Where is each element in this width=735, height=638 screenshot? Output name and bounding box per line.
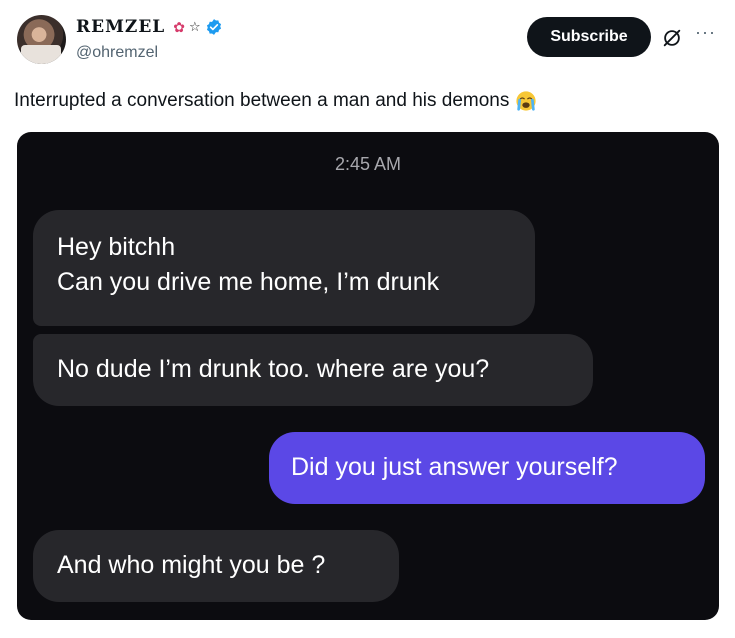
chat-timestamp: 2:45 AM xyxy=(334,154,402,174)
verified-icon xyxy=(206,19,221,35)
message-bubble-incoming: And who might you be ? xyxy=(33,530,399,602)
slashed-circle-icon[interactable] xyxy=(661,27,683,49)
message-text: Can you drive me home, I’m drunk xyxy=(57,268,440,296)
avatar[interactable] xyxy=(17,15,66,64)
user-handle[interactable]: @ohremzel xyxy=(76,44,158,62)
message-bubble-outgoing: Did you just answer yourself? xyxy=(269,432,705,504)
subscribe-button[interactable]: Subscribe xyxy=(527,17,651,57)
rose-icon: ✿ xyxy=(173,18,185,35)
tweet-text-row: Interrupted a conversation between a man… xyxy=(14,90,537,112)
display-name[interactable]: REMZEL xyxy=(76,17,165,37)
message-text: Hey bitchh xyxy=(57,233,176,261)
more-icon[interactable]: ··· xyxy=(695,22,716,43)
author-name-row: REMZEL ✿ ☆ xyxy=(76,17,223,37)
star-icon: ☆ xyxy=(188,19,201,34)
message-bubble-incoming: No dude I’m drunk too. where are you? xyxy=(33,334,593,406)
message-bubble-incoming: Hey bitchh Can you drive me home, I’m dr… xyxy=(33,210,535,326)
loudly-crying-face-icon xyxy=(516,91,536,111)
post-header: REMZEL ✿ ☆ @ohremzel Subscribe ··· xyxy=(0,0,735,80)
chat-screenshot[interactable]: 2:45 AM Hey bitchh Can you drive me home… xyxy=(17,132,719,620)
tweet-text: Interrupted a conversation between a man… xyxy=(14,90,510,111)
